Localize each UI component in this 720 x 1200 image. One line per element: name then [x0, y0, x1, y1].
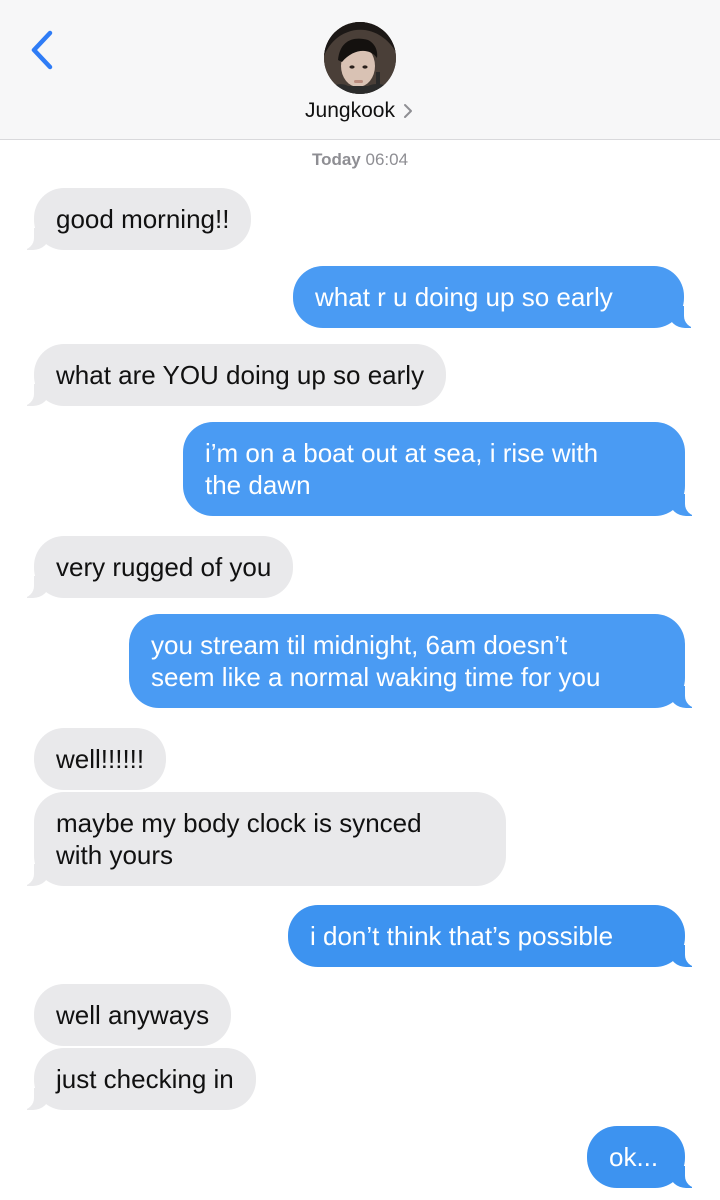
- message-bubble-incoming[interactable]: what are YOU doing up so early: [7, 344, 447, 406]
- message-bubble-outgoing[interactable]: i’m on a boat out at sea, i rise with th…: [183, 422, 711, 516]
- message-bubble-outgoing[interactable]: what r u doing up so early: [293, 266, 710, 328]
- message-text: well!!!!!!: [56, 744, 145, 774]
- message-text: very rugged of you: [56, 552, 272, 582]
- contact-name-button[interactable]: Jungkook: [0, 96, 720, 126]
- message-bubble-incoming[interactable]: well!!!!!!: [34, 728, 167, 790]
- message-bubble-incoming[interactable]: just checking in: [8, 1048, 256, 1110]
- message-bubble-incoming[interactable]: maybe my body clock is synced with yours: [8, 792, 506, 886]
- message-line: with yours: [56, 840, 174, 870]
- timestamp-day: Today: [311, 150, 361, 169]
- chevron-left-icon: [31, 30, 53, 70]
- back-button[interactable]: [22, 26, 62, 74]
- message-text: well anyways: [56, 1000, 210, 1030]
- message-line: you stream til midnight, 6am doesn’t: [151, 630, 568, 660]
- message-line: the dawn: [205, 470, 311, 500]
- message-bubble-outgoing[interactable]: you stream til midnight, 6am doesn’t see…: [129, 614, 711, 708]
- avatar[interactable]: [324, 22, 396, 94]
- message-line: seem like a normal waking time for you: [151, 662, 601, 692]
- message-line: i’m on a boat out at sea, i rise with: [205, 438, 599, 468]
- message-bubble-incoming[interactable]: good morning!!: [7, 188, 252, 250]
- message-bubble-incoming[interactable]: very rugged of you: [7, 536, 294, 598]
- thread-timestamp: Today 06:04: [0, 150, 720, 170]
- contact-name: Jungkook: [305, 99, 395, 122]
- message-bubble-outgoing[interactable]: ok...: [587, 1126, 711, 1188]
- message-text: you stream til midnight, 6am doesn’t see…: [151, 630, 600, 692]
- timestamp-time: 06:04: [365, 150, 409, 169]
- message-bubble-incoming[interactable]: well anyways: [34, 984, 232, 1046]
- message-text: ok...: [609, 1142, 659, 1172]
- message-text: i’m on a boat out at sea, i rise with th…: [205, 438, 598, 500]
- message-text: just checking in: [56, 1064, 234, 1094]
- message-text: good morning!!: [56, 204, 230, 234]
- message-bubble-outgoing[interactable]: i don’t think that’s possible: [288, 905, 711, 967]
- message-text: i don’t think that’s possible: [310, 921, 614, 951]
- message-line: maybe my body clock is synced: [56, 808, 422, 838]
- message-text: what r u doing up so early: [315, 282, 613, 312]
- chevron-right-icon: [403, 104, 412, 118]
- conversation-header: Jungkook: [0, 0, 720, 140]
- message-text: maybe my body clock is synced with yours: [56, 808, 422, 870]
- message-text: what are YOU doing up so early: [56, 360, 425, 390]
